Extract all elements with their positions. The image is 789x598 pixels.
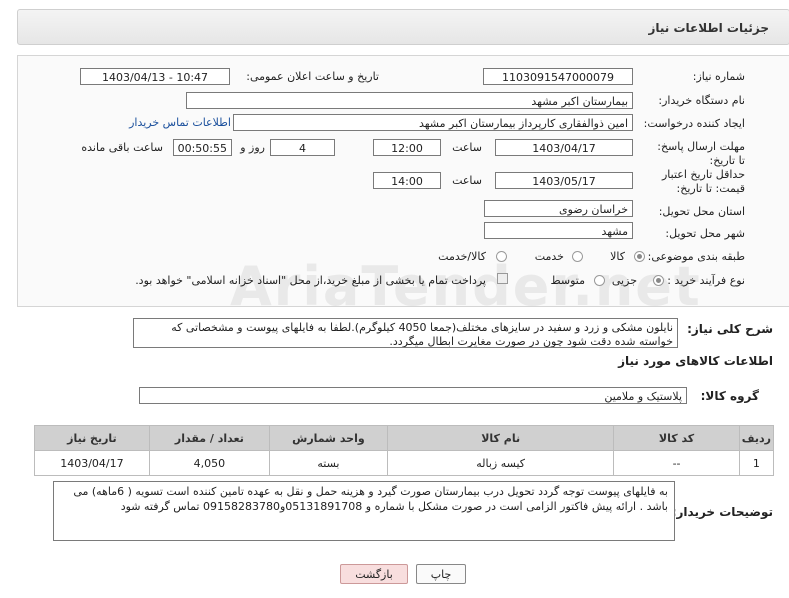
validity-date-field: 1403/05/17 xyxy=(495,172,633,189)
category-goods-radio[interactable] xyxy=(634,251,645,262)
cell-unit: بسته xyxy=(268,450,388,476)
province-label: استان محل تحویل: xyxy=(658,205,745,218)
col-header-need-date: تاریخ نیاز xyxy=(34,425,150,451)
col-header-row-number: ردیف xyxy=(738,425,775,451)
buyer-org-field: بیمارستان اکبر مشهد xyxy=(186,92,633,109)
description-label: شرح کلی نیاز: xyxy=(687,322,773,336)
cell-goods-name: کیسه زباله xyxy=(386,450,615,476)
col-header-quantity: تعداد / مقدار xyxy=(148,425,270,451)
need-number-field: 1103091547000079 xyxy=(483,68,633,85)
validity-label: حداقل تاریخ اعتبار قیمت: تا تاریخ: xyxy=(661,168,745,195)
goods-info-title: اطلاعات کالاهای مورد نیاز xyxy=(618,354,773,368)
remaining-time-field: 00:50:55 xyxy=(173,139,232,156)
table-row: 1 -- کیسه زباله بسته 4,050 1403/04/17 xyxy=(34,450,775,476)
goods-table: ردیف کد کالا نام کالا واحد شمارش تعداد /… xyxy=(34,425,775,476)
goods-group-label: گروه کالا: xyxy=(700,389,759,403)
cell-goods-code: -- xyxy=(613,450,740,476)
category-goods-service-label: کالا/خدمت xyxy=(438,250,486,263)
province-field: خراسان رضوی xyxy=(484,200,633,217)
city-field: مشهد xyxy=(484,222,633,239)
category-service-radio[interactable] xyxy=(572,251,583,262)
goods-group-field: پلاستیک و ملامین xyxy=(139,387,687,404)
cell-quantity: 4,050 xyxy=(148,450,270,476)
category-label: طبقه بندی موضوعی: xyxy=(647,250,745,263)
buyer-notes-field: به فایلهای پیوست توجه گردد تحویل درب بیم… xyxy=(53,481,675,541)
treasury-payment-checkbox[interactable] xyxy=(497,273,508,284)
announce-label: تاریخ و ساعت اعلان عمومی: xyxy=(246,70,379,83)
validity-time-label: ساعت xyxy=(452,174,482,187)
print-button[interactable]: چاپ xyxy=(416,564,466,584)
announce-field: 1403/04/13 - 10:47 xyxy=(80,68,230,85)
creator-label: ایجاد کننده درخواست: xyxy=(643,117,745,130)
deadline-date-field: 1403/04/17 xyxy=(495,139,633,156)
deadline-time-field: 12:00 xyxy=(373,139,441,156)
process-partial-radio[interactable] xyxy=(653,275,664,286)
deadline-label: مهلت ارسال پاسخ: تا تاریخ: xyxy=(657,140,745,167)
col-header-goods-name: نام کالا xyxy=(386,425,615,451)
remaining-label: ساعت باقی مانده xyxy=(81,141,163,154)
process-label: نوع فرآیند خرید : xyxy=(667,274,745,287)
creator-field: امین ذوالفقاری کارپرداز بیمارستان اکبر م… xyxy=(233,114,633,131)
back-button[interactable]: بازگشت xyxy=(340,564,408,584)
process-medium-radio[interactable] xyxy=(594,275,605,286)
page-title: جزئیات اطلاعات نیاز xyxy=(648,21,769,35)
buyer-contact-link[interactable]: اطلاعات تماس خریدار xyxy=(129,116,231,129)
cell-row-number: 1 xyxy=(738,450,775,476)
city-label: شهر محل تحویل: xyxy=(665,227,745,240)
process-partial-label: جزیی xyxy=(611,274,637,287)
days-field: 4 xyxy=(270,139,335,156)
col-header-unit: واحد شمارش xyxy=(268,425,388,451)
treasury-payment-note: پرداخت تمام یا بخشی از مبلغ خرید،از محل … xyxy=(135,274,486,287)
col-header-goods-code: کد کالا xyxy=(613,425,740,451)
need-number-label: شماره نیاز: xyxy=(692,70,745,83)
page-header: جزئیات اطلاعات نیاز xyxy=(17,9,789,45)
deadline-time-label: ساعت xyxy=(452,141,482,154)
buyer-notes-label: توضیحات خریدار: xyxy=(671,505,773,519)
cell-need-date: 1403/04/17 xyxy=(34,450,150,476)
category-goods-label: کالا xyxy=(610,250,625,263)
table-header-row: ردیف کد کالا نام کالا واحد شمارش تعداد /… xyxy=(34,425,775,451)
category-goods-service-radio[interactable] xyxy=(496,251,507,262)
days-label: روز و xyxy=(240,141,265,154)
buyer-org-label: نام دستگاه خریدار: xyxy=(658,94,745,107)
description-field: نایلون مشکی و زرد و سفید در سایزهای مختل… xyxy=(133,318,678,348)
validity-time-field: 14:00 xyxy=(373,172,441,189)
process-medium-label: متوسط xyxy=(550,274,585,287)
category-service-label: خدمت xyxy=(534,250,564,263)
